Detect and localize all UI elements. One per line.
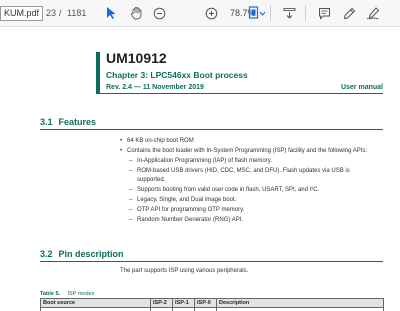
comment-button[interactable] [315, 4, 333, 22]
table-cell [40, 307, 151, 311]
zoom-out-icon [153, 7, 165, 19]
table-cell [216, 307, 384, 311]
table-header-row: Boot source ISP-2 ISP-1 ISP-0 Descriptio… [40, 298, 384, 308]
sign-icon [366, 6, 380, 19]
table-caption: Table 5. ISP modes [40, 291, 94, 297]
highlight-pen-icon [343, 7, 355, 19]
highlight-button[interactable] [340, 4, 358, 22]
fit-page-button[interactable] [248, 4, 266, 22]
column-header: ISP-0 [194, 298, 217, 308]
download-icon [283, 7, 295, 19]
section-heading-features: 3.1 Features [40, 117, 96, 127]
sub-list-item: ROM-based USB drivers (HID, CDC, MSC, an… [120, 167, 370, 184]
column-header: ISP-1 [172, 298, 195, 308]
column-header: ISP-2 [150, 298, 173, 308]
sub-list-item: Random Number Generator (RNG) API. [120, 216, 370, 225]
section-rule [40, 129, 383, 130]
column-header: Description [216, 298, 384, 308]
section-title: Features [58, 117, 97, 127]
section-rule [40, 261, 383, 262]
sub-list-item: OTP API for programming OTP memory. [120, 206, 370, 215]
chapter-title: Chapter 3: LPC546xx Boot process [106, 70, 248, 80]
revision-line: Rev. 2.4 — 11 November 2019 [106, 84, 204, 91]
sub-list-item: In-Application Programming (IAP) of flas… [120, 157, 370, 166]
toolbar-divider [270, 5, 271, 21]
toolbar-divider [305, 5, 306, 21]
table-cell [150, 307, 173, 311]
download-button[interactable] [280, 4, 298, 22]
page-separator: / [59, 8, 62, 18]
table-cell [172, 307, 195, 311]
column-header: Boot source [40, 298, 151, 308]
header-accent-bar [96, 52, 100, 94]
sign-button[interactable] [364, 4, 382, 22]
sub-list-item: Legacy, Single, and Dual image boot. [120, 196, 370, 205]
hand-tool-button[interactable] [127, 4, 145, 22]
comment-icon [318, 7, 330, 20]
hand-pan-icon [130, 7, 141, 20]
table-cell [194, 307, 217, 311]
section-number: 3.2 [40, 249, 53, 259]
document-page: UM10912 Chapter 3: LPC546xx Boot process… [0, 28, 400, 311]
table-caption-number: Table 5. [40, 291, 61, 297]
isp-modes-table: Boot source ISP-2 ISP-1 ISP-0 Descriptio… [40, 298, 384, 311]
page-number-input[interactable]: 23 [38, 6, 56, 21]
zoom-out-button[interactable] [150, 4, 168, 22]
section-title: Pin description [58, 249, 124, 259]
header-rule [100, 93, 383, 94]
zoom-in-button[interactable] [202, 4, 220, 22]
pdf-viewer-toolbar: KUM.pdf 23 / 1181 78.7% [0, 0, 400, 27]
list-item: Contains the boot loader with In-System … [120, 147, 370, 156]
select-tool-button[interactable] [102, 4, 120, 22]
document-id: UM10912 [106, 50, 167, 66]
pin-description-text: The part supports ISP using various peri… [120, 268, 249, 274]
page-total: 1181 [67, 8, 87, 18]
table-caption-title: ISP modes [67, 291, 95, 297]
document-tab[interactable]: KUM.pdf [0, 6, 44, 21]
zoom-in-icon [205, 7, 217, 19]
table-row [40, 307, 384, 311]
section-number: 3.1 [40, 117, 53, 127]
select-arrow-icon [107, 7, 116, 19]
sub-list-item: Supports booting from valid user code in… [120, 186, 370, 195]
list-item: 64 KB on-chip boot ROM [120, 137, 370, 146]
manual-type-label: User manual [340, 84, 383, 91]
section-heading-pin-description: 3.2 Pin description [40, 249, 124, 259]
fit-page-icon [248, 6, 266, 19]
features-list: 64 KB on-chip boot ROM Contains the boot… [120, 137, 370, 225]
